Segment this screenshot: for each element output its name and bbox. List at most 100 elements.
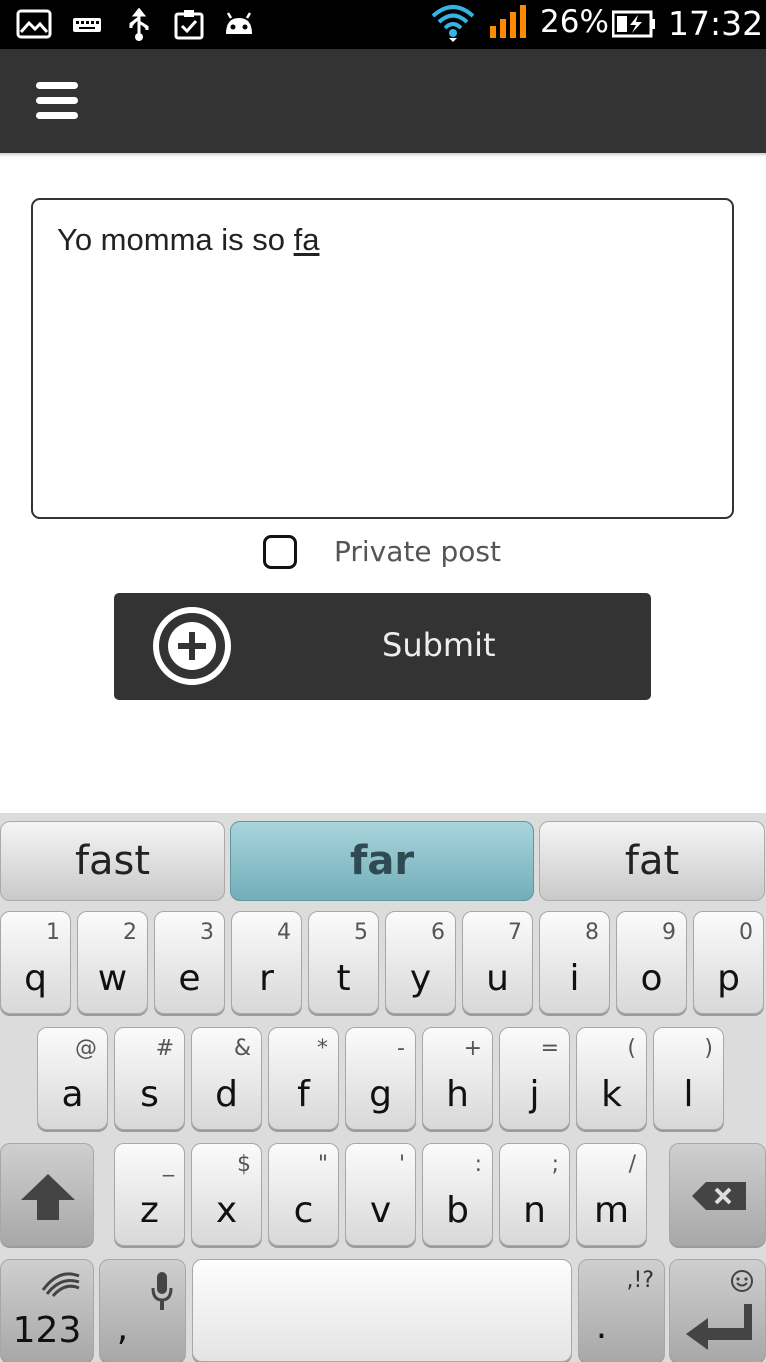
key-b[interactable]: :b: [422, 1143, 493, 1246]
key-u-label: u: [486, 958, 509, 999]
key-n[interactable]: ; n: [499, 1143, 570, 1246]
key-k[interactable]: (k: [576, 1027, 647, 1130]
suggestion-fat[interactable]: fat: [539, 821, 765, 901]
key-z[interactable]: _ z: [114, 1143, 185, 1246]
enter-key[interactable]: [669, 1259, 766, 1362]
key-v-secondary: ': [398, 1152, 405, 1177]
submit-button[interactable]: Submit: [114, 593, 651, 700]
battery-icon: [612, 10, 655, 38]
key-h-label: h: [446, 1074, 469, 1115]
key-j-label: j: [529, 1074, 540, 1115]
swiftkey-logo-icon: [41, 1272, 80, 1298]
key-y-secondary: 6: [431, 920, 445, 945]
period-key[interactable]: ,!? .: [578, 1259, 665, 1362]
key-q-secondary: 1: [46, 920, 60, 945]
key-w-secondary: 2: [123, 920, 137, 945]
key-c-label: c: [293, 1190, 314, 1231]
key-m-label: m: [593, 1190, 630, 1231]
post-textarea[interactable]: Yo momma is so fa: [31, 198, 734, 519]
key-c[interactable]: " c: [268, 1143, 339, 1246]
key-a-secondary: @: [75, 1036, 97, 1061]
key-g-secondary: -: [397, 1036, 405, 1061]
key-f-secondary: *: [317, 1036, 328, 1061]
key-n-label: n: [523, 1190, 546, 1231]
post-text-composing: fa: [293, 222, 320, 257]
image-icon: [16, 9, 52, 39]
key-e[interactable]: 3e: [154, 911, 225, 1014]
key-x[interactable]: $ x: [191, 1143, 262, 1246]
key-i[interactable]: 8i: [539, 911, 610, 1014]
key-m-secondary: /: [628, 1152, 636, 1177]
clipboard-icon: [174, 10, 204, 40]
key-x-label: x: [215, 1190, 238, 1231]
key-t-secondary: 5: [354, 920, 368, 945]
key-r[interactable]: 4r: [231, 911, 302, 1014]
key-f[interactable]: * f: [268, 1027, 339, 1130]
battery-percent: 26%: [540, 4, 609, 40]
period-key-label: .: [595, 1306, 608, 1347]
comma-key[interactable]: ,: [99, 1259, 186, 1362]
key-b-label: b: [446, 1190, 469, 1231]
microphone-icon: [151, 1272, 173, 1310]
key-n-secondary: ;: [551, 1152, 559, 1177]
space-key[interactable]: [192, 1259, 572, 1362]
key-i-label: i: [569, 958, 580, 999]
clock: 17:32: [668, 4, 764, 43]
key-v[interactable]: ' v: [345, 1143, 416, 1246]
key-g-label: g: [369, 1074, 392, 1115]
key-u[interactable]: 7u: [462, 911, 533, 1014]
suggestion-far[interactable]: far: [230, 821, 534, 901]
key-z-label: z: [140, 1190, 159, 1231]
android-icon: [226, 12, 252, 34]
key-w-label: w: [97, 958, 128, 999]
key-l[interactable]: ) l: [653, 1027, 724, 1130]
soft-keyboard: fast far fat 1q2w3e4r5t6y7u8i9o0p @ a # s & d…: [0, 813, 766, 1362]
key-t[interactable]: 5t: [308, 911, 379, 1014]
key-j[interactable]: = j: [499, 1027, 570, 1130]
key-h[interactable]: + h: [422, 1027, 493, 1130]
keyboard-icon: [73, 18, 101, 32]
key-m[interactable]: / m: [576, 1143, 647, 1246]
key-u-secondary: 7: [508, 920, 522, 945]
status-bar: 26% 17:32: [0, 0, 766, 49]
key-c-secondary: ": [317, 1152, 328, 1177]
backspace-key[interactable]: [669, 1143, 766, 1246]
key-y[interactable]: 6y: [385, 911, 456, 1014]
key-l-label: l: [683, 1074, 694, 1115]
period-key-sub: ,!?: [626, 1268, 655, 1293]
emoji-icon: [731, 1270, 753, 1292]
hamburger-menu-icon[interactable]: [36, 82, 80, 120]
action-bar: [0, 49, 766, 153]
shift-key[interactable]: [0, 1143, 94, 1246]
key-a[interactable]: @ a: [37, 1027, 108, 1130]
key-d[interactable]: & d: [191, 1027, 262, 1130]
key-w[interactable]: 2w: [77, 911, 148, 1014]
post-text: Yo momma is so fa: [57, 222, 708, 258]
suggestion-fast[interactable]: fast: [0, 821, 225, 901]
key-t-label: t: [336, 958, 351, 999]
key-g[interactable]: -g: [345, 1027, 416, 1130]
private-post-checkbox[interactable]: [263, 535, 297, 569]
signal-icon: [490, 5, 526, 38]
key-q-label: q: [24, 958, 47, 999]
key-o[interactable]: 9o: [616, 911, 687, 1014]
key-s-secondary: #: [155, 1036, 174, 1061]
key-r-label: r: [259, 958, 274, 999]
key-q[interactable]: 1q: [0, 911, 71, 1014]
key-p[interactable]: 0p: [693, 911, 764, 1014]
key-i-secondary: 8: [585, 920, 599, 945]
key-z-secondary: _: [163, 1152, 174, 1177]
key-o-label: o: [640, 958, 663, 999]
key-e-secondary: 3: [200, 920, 214, 945]
key-s[interactable]: # s: [114, 1027, 185, 1130]
post-text-committed: Yo momma is so: [57, 222, 294, 257]
shift-arrow-icon: [21, 1174, 75, 1220]
key-o-secondary: 9: [662, 920, 676, 945]
action-bar-shadow: [0, 153, 766, 157]
key-d-secondary: &: [233, 1036, 251, 1061]
key-p-label: p: [717, 958, 740, 999]
wifi-icon: [431, 5, 475, 42]
key-v-label: v: [369, 1190, 392, 1231]
usb-icon: [129, 8, 149, 41]
private-post-label: Private post: [334, 535, 501, 568]
